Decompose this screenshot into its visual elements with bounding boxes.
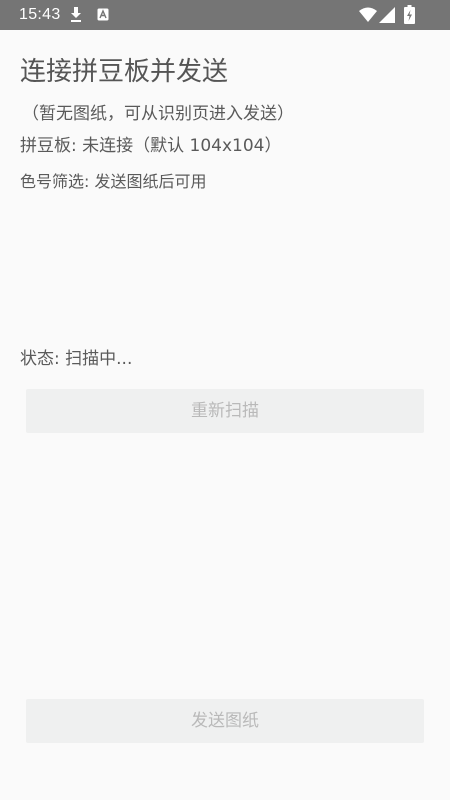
signal-icon <box>379 7 395 23</box>
page-title: 连接拼豆板并发送 <box>20 57 229 87</box>
rescan-button[interactable]: 重新扫描 <box>26 389 424 433</box>
scan-status-text: 状态: 扫描中... <box>20 349 133 369</box>
color-filter-text: 色号筛选: 发送图纸后可用 <box>20 172 207 191</box>
a-notification-icon <box>97 8 109 21</box>
download-icon <box>71 7 81 22</box>
board-status-text: 拼豆板: 未连接（默认 104x104） <box>20 136 282 156</box>
status-time: 15:43 <box>19 6 61 23</box>
status-bar: 15:43 <box>0 0 450 30</box>
send-pattern-button[interactable]: 发送图纸 <box>26 699 424 743</box>
wifi-icon <box>359 7 377 22</box>
connect-screen: 连接拼豆板并发送 （暂无图纸，可从识别页进入发送） 拼豆板: 未连接（默认 10… <box>0 30 450 800</box>
no-pattern-hint: （暂无图纸，可从识别页进入发送） <box>22 104 294 124</box>
battery-charging-icon <box>404 5 415 24</box>
